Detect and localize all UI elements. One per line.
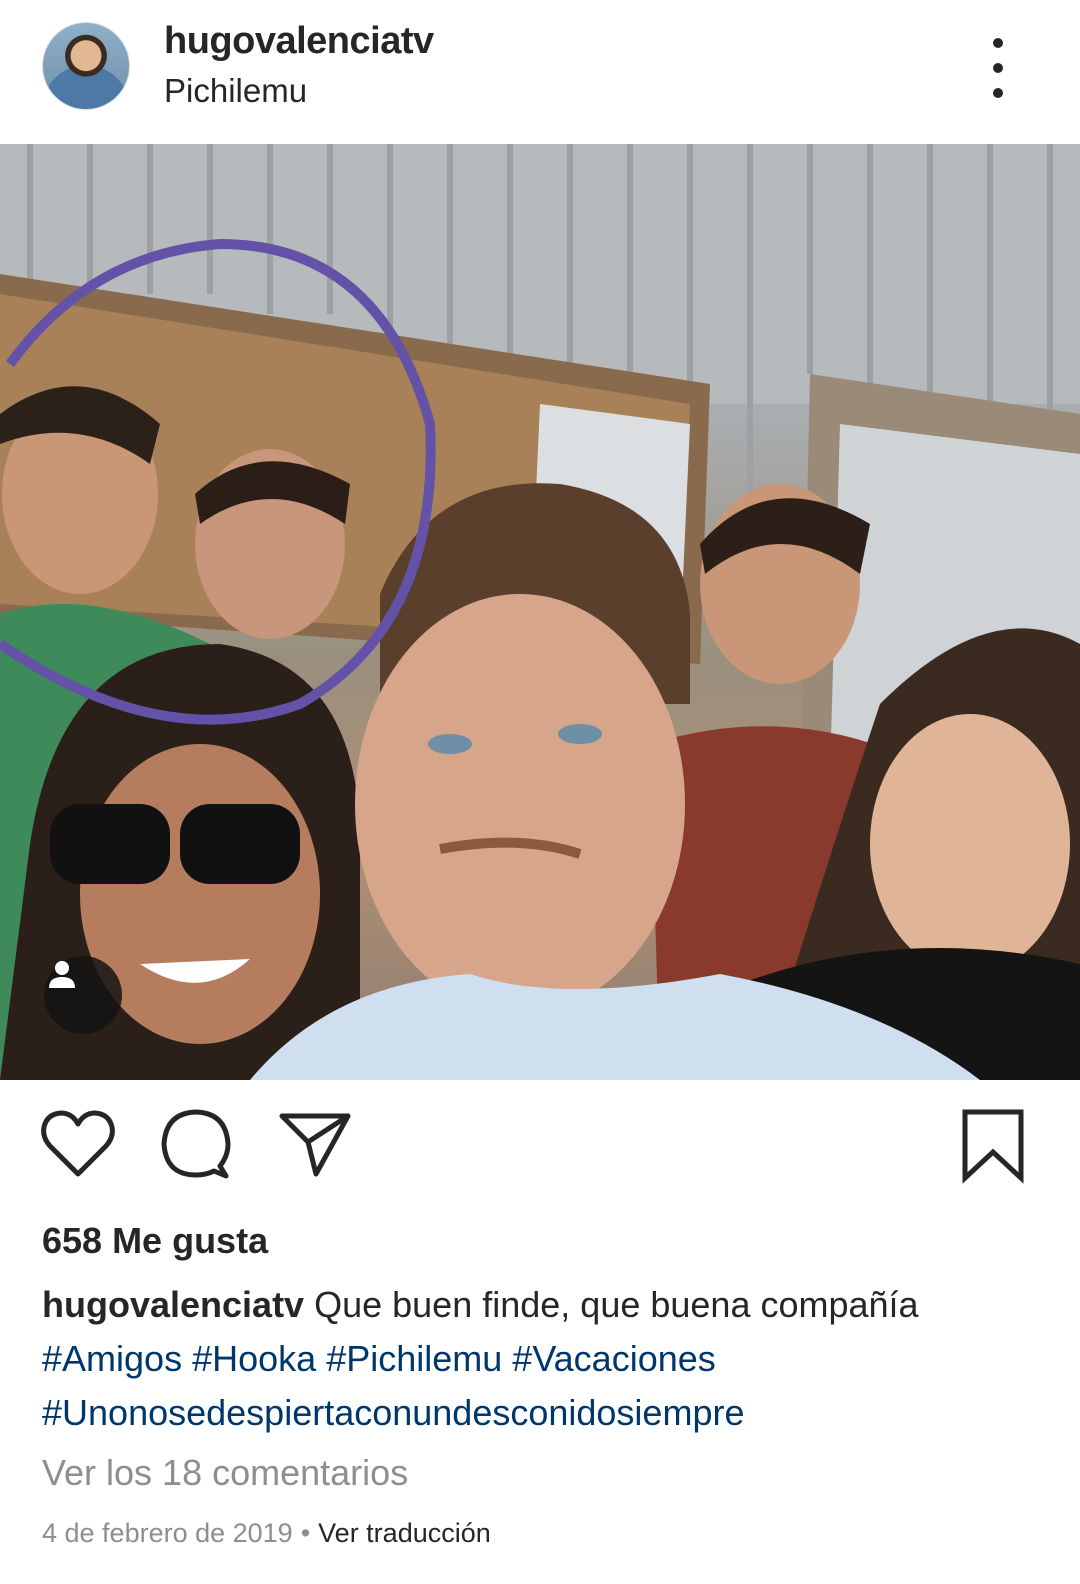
hashtag-link[interactable]: #Pichilemu bbox=[326, 1338, 502, 1379]
hashtag-link[interactable]: #Hooka bbox=[192, 1338, 316, 1379]
translate-link[interactable]: Ver traducción bbox=[318, 1518, 491, 1548]
post-meta: 4 de febrero de 2019 • Ver traducción bbox=[42, 1518, 491, 1549]
hashtag-link[interactable]: #Amigos bbox=[42, 1338, 182, 1379]
heart-icon[interactable] bbox=[40, 1108, 116, 1185]
group-selfie-illustration bbox=[0, 144, 1080, 1080]
post-date: 4 de febrero de 2019 bbox=[42, 1518, 293, 1548]
comment-icon[interactable] bbox=[160, 1108, 232, 1185]
user-tag-icon[interactable] bbox=[44, 956, 122, 1034]
caption: hugovalenciatv Que buen finde, que buena… bbox=[42, 1278, 1042, 1440]
likes-count[interactable]: 658 Me gusta bbox=[42, 1220, 268, 1262]
hashtag-link[interactable]: #Vacaciones bbox=[512, 1338, 715, 1379]
paper-plane-icon[interactable] bbox=[278, 1108, 352, 1185]
view-comments-link[interactable]: Ver los 18 comentarios bbox=[42, 1452, 408, 1494]
action-bar bbox=[0, 1090, 1080, 1200]
caption-username[interactable]: hugovalenciatv bbox=[42, 1284, 304, 1325]
post-username[interactable]: hugovalenciatv bbox=[164, 20, 434, 63]
avatar[interactable] bbox=[42, 22, 130, 110]
post-location[interactable]: Pichilemu bbox=[164, 72, 307, 110]
post-photo[interactable] bbox=[0, 144, 1080, 1080]
separator-dot: • bbox=[300, 1518, 311, 1548]
caption-text: Que buen finde, que buena compañía bbox=[314, 1284, 919, 1325]
post-header: hugovalenciatv Pichilemu bbox=[0, 0, 1080, 144]
bookmark-icon[interactable] bbox=[960, 1108, 1026, 1189]
hashtag-link[interactable]: #Unonosedespiertaconundesconidosiempre bbox=[42, 1392, 744, 1433]
more-options-icon[interactable] bbox=[978, 38, 1018, 98]
